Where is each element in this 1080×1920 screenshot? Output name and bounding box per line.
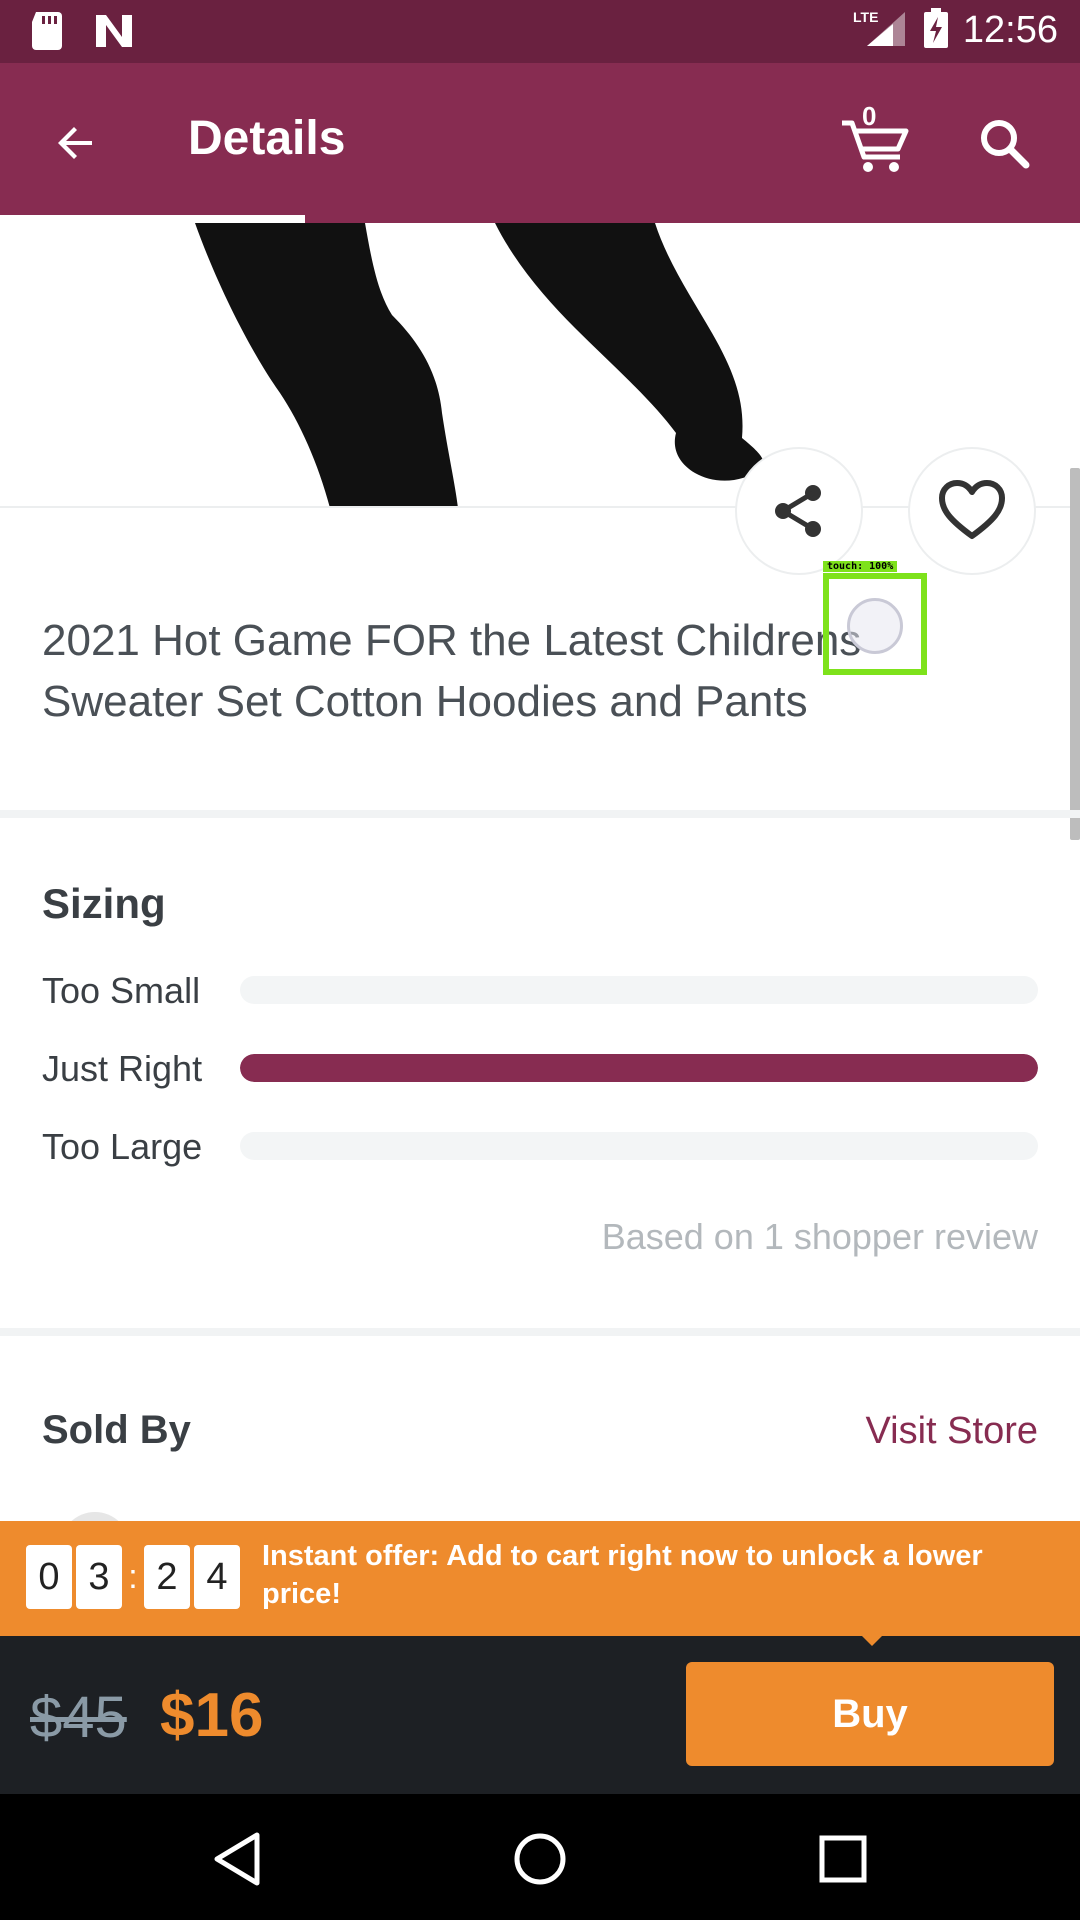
cart-count-badge: 0 bbox=[862, 101, 877, 131]
arrow-left-icon bbox=[58, 127, 92, 159]
timer-digit: 4 bbox=[194, 1545, 240, 1609]
nav-back-button[interactable] bbox=[202, 1824, 272, 1894]
instant-offer-banner[interactable]: 0 3 : 2 4 Instant offer: Add to cart rig… bbox=[0, 1521, 1080, 1636]
size-bar-track bbox=[240, 1132, 1038, 1160]
buy-button[interactable]: Buy bbox=[686, 1662, 1054, 1766]
app-bar: Details 0 bbox=[0, 63, 1080, 223]
timer-digit: 0 bbox=[26, 1545, 72, 1609]
square-recents-icon bbox=[819, 1835, 867, 1883]
share-button[interactable] bbox=[735, 447, 863, 575]
lte-signal-icon: LTE bbox=[853, 8, 909, 53]
favorite-button[interactable] bbox=[908, 447, 1036, 575]
size-row-too-large: Too Large bbox=[42, 1122, 1038, 1172]
size-bar-track bbox=[240, 1054, 1038, 1082]
scrollbar[interactable] bbox=[1070, 468, 1080, 840]
buy-bar: $45 $16 Buy bbox=[0, 1636, 1080, 1794]
size-bar-fill bbox=[240, 1054, 1038, 1082]
notification-n-icon bbox=[94, 13, 134, 54]
visit-store-link[interactable]: Visit Store bbox=[866, 1410, 1038, 1453]
touch-point bbox=[847, 598, 903, 654]
original-price: $45 bbox=[30, 1685, 127, 1750]
page-title: Details bbox=[188, 112, 346, 165]
tab-indicator bbox=[0, 215, 305, 223]
size-label: Just Right bbox=[42, 1048, 203, 1089]
section-divider bbox=[0, 810, 1080, 818]
sale-price: $16 bbox=[160, 1681, 264, 1750]
clock-time: 12:56 bbox=[962, 9, 1058, 51]
size-bar-track bbox=[240, 976, 1038, 1004]
share-icon bbox=[775, 485, 821, 537]
heart-icon bbox=[939, 480, 1005, 539]
size-label: Too Small bbox=[42, 970, 201, 1011]
search-icon bbox=[981, 120, 1030, 169]
review-count-note: Based on 1 shopper review bbox=[601, 1216, 1038, 1257]
timer-digit: 3 bbox=[76, 1545, 122, 1609]
search-button[interactable] bbox=[968, 107, 1040, 179]
size-row-just-right: Just Right bbox=[42, 1044, 1038, 1094]
sd-card-icon bbox=[30, 12, 64, 55]
nav-recents-button[interactable] bbox=[808, 1824, 878, 1894]
triangle-back-icon bbox=[214, 1832, 260, 1886]
sold-by-heading: Sold By bbox=[42, 1408, 191, 1452]
circle-home-icon bbox=[514, 1833, 566, 1885]
sizing-heading: Sizing bbox=[42, 880, 166, 927]
battery-charging-icon bbox=[923, 8, 949, 53]
size-row-too-small: Too Small bbox=[42, 966, 1038, 1016]
network-label: LTE bbox=[853, 9, 878, 25]
timer-digit: 2 bbox=[144, 1545, 190, 1609]
countdown-timer: 0 3 : 2 4 bbox=[26, 1545, 244, 1609]
product-image[interactable] bbox=[0, 223, 1080, 508]
pants-image bbox=[195, 223, 764, 508]
timer-separator: : bbox=[128, 1557, 138, 1596]
system-nav-bar bbox=[0, 1794, 1080, 1920]
size-label: Too Large bbox=[42, 1126, 203, 1167]
offer-message: Instant offer: Add to cart right now to … bbox=[262, 1540, 983, 1610]
section-divider bbox=[0, 1328, 1080, 1336]
nav-home-button[interactable] bbox=[505, 1824, 575, 1894]
offer-pointer-arrow bbox=[856, 1630, 888, 1646]
touch-indicator-label: touch: 100% bbox=[823, 561, 898, 572]
back-button[interactable] bbox=[40, 107, 112, 179]
status-bar: LTE 12:56 bbox=[0, 0, 1080, 63]
